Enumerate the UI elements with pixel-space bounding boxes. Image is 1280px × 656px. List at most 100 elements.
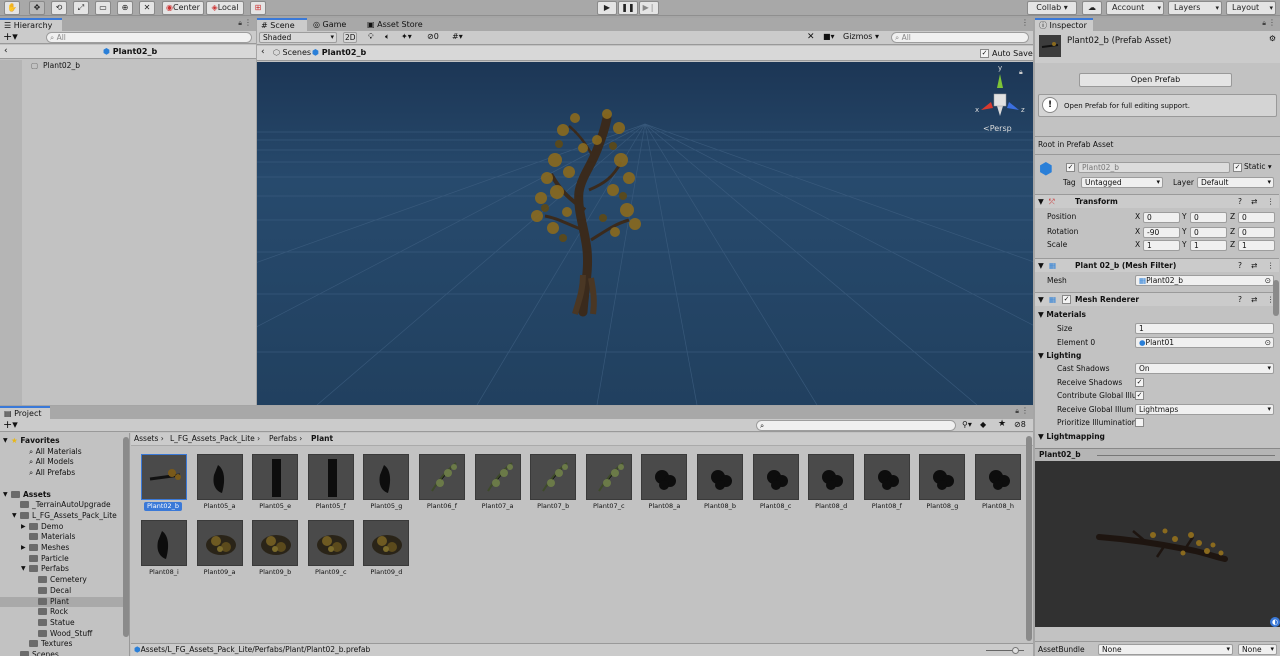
scene-viewport[interactable]: y x z 🔒︎ <Persp	[257, 62, 1033, 405]
asset-thumbnail[interactable]	[196, 520, 243, 566]
size-field[interactable]: 1	[1135, 323, 1274, 334]
asset-thumbnail[interactable]	[641, 454, 688, 500]
help-icon[interactable]: ?	[1238, 295, 1242, 305]
grid-toggle-icon[interactable]: #▾	[452, 32, 463, 41]
shading-mode-dropdown[interactable]: Shaded	[259, 32, 337, 43]
asset-thumbnail[interactable]	[919, 454, 966, 500]
asset-thumbnail[interactable]	[585, 454, 632, 500]
add-icon[interactable]: +▾	[3, 30, 18, 43]
foldout-closed-icon[interactable]: ▶	[21, 522, 26, 532]
hidden-packages-toggle[interactable]: ⊘8	[1014, 420, 1026, 429]
static-checkbox[interactable]: ✓	[1233, 163, 1242, 172]
inspector-scrollbar[interactable]	[1273, 280, 1279, 316]
receive-shadows-checkbox[interactable]: ✓	[1135, 378, 1144, 387]
tag-dropdown[interactable]: Untagged	[1081, 177, 1163, 188]
transform-tool-button[interactable]: ⊕	[117, 1, 133, 15]
active-checkbox[interactable]: ✓	[1066, 163, 1075, 172]
asset-label[interactable]: Plant08_h	[970, 502, 1026, 511]
scale-z-field[interactable]: 1	[1238, 240, 1275, 251]
asset-label[interactable]: Plant06_f	[414, 502, 470, 511]
asset-thumbnail[interactable]	[530, 454, 577, 500]
move-tool-button[interactable]: ✥	[29, 1, 45, 15]
tree-scrollbar[interactable]	[123, 437, 129, 637]
effects-icon[interactable]: ✦▾	[401, 32, 412, 41]
tree-item[interactable]: Scenes	[0, 650, 123, 656]
open-prefab-button[interactable]: Open Prefab	[1079, 73, 1232, 87]
grid-scrollbar[interactable]	[1026, 436, 1032, 641]
component-menu-icon[interactable]: ⋮	[1267, 197, 1275, 207]
asset-thumbnail[interactable]	[141, 454, 187, 500]
asset-thumbnail[interactable]	[363, 454, 410, 500]
favorite-star-icon[interactable]: ★	[998, 419, 1006, 429]
cast-shadows-dropdown[interactable]: On	[1135, 363, 1274, 374]
play-button[interactable]: ▶	[597, 1, 617, 15]
asset-label[interactable]: Plant09_a	[192, 568, 248, 577]
mesh-filter-header[interactable]: ▼ ▦ Plant 02_b (Mesh Filter) ? ⇄ ⋮	[1035, 258, 1279, 272]
foldout-open-icon[interactable]: ▼	[12, 511, 17, 521]
rotation-z-field[interactable]: 0	[1238, 227, 1275, 238]
lock-icon[interactable]: 🔒︎	[1262, 19, 1266, 28]
foldout-closed-icon[interactable]: ▶	[21, 543, 26, 553]
tree-item[interactable]: Materials	[0, 532, 123, 542]
hierarchy-search-input[interactable]: ⌕ All	[46, 32, 252, 43]
pivot-local-button[interactable]: ◈Local	[206, 1, 244, 15]
slider-thumb[interactable]	[1012, 647, 1019, 654]
hidden-objects-toggle[interactable]: ⊘0	[427, 32, 439, 41]
gizmo-lock-icon[interactable]: 🔒︎	[1019, 68, 1023, 77]
asset-thumbnail[interactable]	[697, 454, 743, 500]
back-arrow-icon[interactable]: ‹	[261, 47, 265, 57]
account-dropdown[interactable]: Account	[1106, 1, 1164, 15]
breadcrumb-perfabs[interactable]: Perfabs ›	[269, 434, 302, 444]
tab-scene[interactable]: # Scene	[257, 18, 307, 31]
lock-icon[interactable]: 🔒︎	[1015, 407, 1019, 416]
tree-item[interactable]: ▼ Perfabs	[0, 564, 123, 574]
tree-item[interactable]: ▼ ★ Favorites	[0, 436, 123, 446]
preview-settings-icon[interactable]: ◐	[1270, 617, 1280, 627]
back-arrow-icon[interactable]: ‹	[4, 46, 8, 56]
thumbnail-size-slider[interactable]	[986, 647, 1024, 654]
receive-gi-dropdown[interactable]: Lightmaps	[1135, 404, 1274, 415]
position-y-field[interactable]: 0	[1190, 212, 1227, 223]
asset-label[interactable]: Plant07_b	[525, 502, 581, 511]
tree-item[interactable]: Particle	[0, 554, 123, 564]
asset-label[interactable]: Plant05_f	[303, 502, 359, 511]
scale-y-field[interactable]: 1	[1190, 240, 1227, 251]
panel-menu-icon[interactable]: ⋮	[1021, 406, 1029, 415]
snap-button[interactable]: ⊞	[250, 1, 266, 15]
asset-label[interactable]: Plant08_c	[748, 502, 804, 511]
hierarchy-row[interactable]: ▢ Plant02_b	[22, 61, 256, 72]
assetbundle-variant-dropdown[interactable]: None	[1238, 644, 1277, 655]
asset-label[interactable]: Plant05_a	[192, 502, 248, 511]
tree-item[interactable]: Rock	[0, 607, 123, 617]
asset-label[interactable]: Plant09_d	[358, 568, 414, 577]
asset-label[interactable]: Plant09_c	[303, 568, 359, 577]
mesh-object-field[interactable]: ▦Plant02_b ⊙	[1135, 275, 1274, 286]
mesh-renderer-enabled-checkbox[interactable]: ✓	[1062, 295, 1071, 304]
tools-icon[interactable]: ✕	[807, 32, 815, 42]
breadcrumb-plant[interactable]: Plant	[311, 434, 333, 444]
materials-foldout[interactable]: ▼ Materials	[1038, 310, 1086, 320]
scene-search-input[interactable]: ⌕ All	[891, 32, 1029, 43]
tab-asset-store[interactable]: ▣ Asset Store	[363, 18, 433, 31]
breadcrumb-assets[interactable]: Assets ›	[134, 434, 164, 444]
scale-x-field[interactable]: 1	[1143, 240, 1180, 251]
rotate-tool-button[interactable]: ⟲	[51, 1, 67, 15]
tab-inspector[interactable]: ⓘ Inspector	[1035, 18, 1093, 31]
tree-item[interactable]: ▼ L_FG_Assets_Pack_Lite	[0, 511, 123, 521]
add-icon[interactable]: +▾	[3, 418, 18, 431]
preview-viewport[interactable]: ◐	[1035, 461, 1280, 627]
asset-thumbnail[interactable]	[307, 520, 354, 566]
asset-thumbnail[interactable]	[252, 520, 299, 566]
contribute-gi-checkbox[interactable]: ✓	[1135, 391, 1144, 400]
asset-label[interactable]: Plant08_b	[692, 502, 748, 511]
auto-save-checkbox[interactable]: ✓	[980, 49, 989, 58]
preset-icon[interactable]: ⇄	[1251, 197, 1257, 207]
camera-icon[interactable]: ■▾	[823, 32, 835, 41]
hand-tool-button[interactable]: ✋	[4, 1, 20, 15]
asset-thumbnail[interactable]	[474, 454, 521, 500]
asset-thumbnail[interactable]	[363, 520, 410, 566]
cloud-button[interactable]: ☁	[1082, 1, 1102, 15]
name-field[interactable]: Plant02_b	[1078, 162, 1230, 173]
asset-label[interactable]: Plant05_g	[358, 502, 414, 511]
tree-item[interactable]: ⌕ All Prefabs	[0, 468, 123, 478]
